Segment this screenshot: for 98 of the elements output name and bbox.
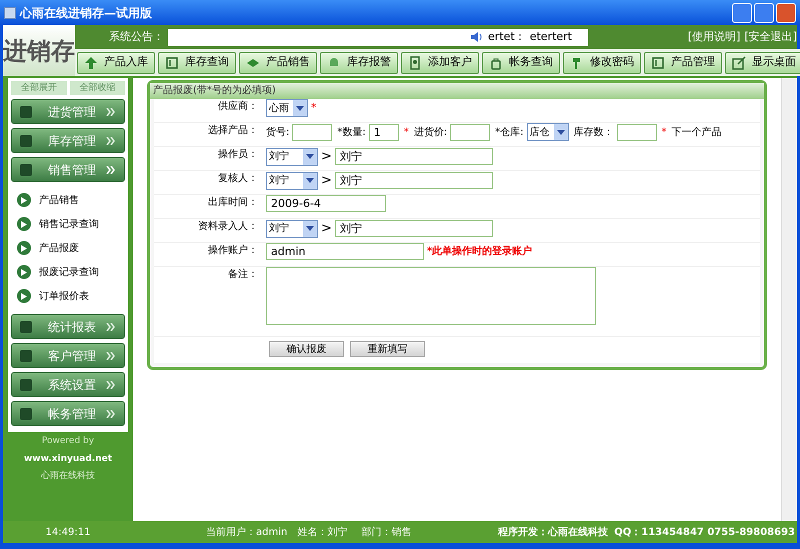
required-mark: *	[311, 100, 316, 116]
status-user: 当前用户：admin	[206, 526, 288, 540]
status-department: 部门：销售	[361, 526, 412, 540]
sidebar-item[interactable]: 报废记录查询	[11, 260, 125, 284]
field-label: 进货价:	[414, 126, 448, 140]
chevron-icon	[106, 380, 116, 388]
input-field[interactable]: admin	[266, 243, 424, 260]
chevron-icon	[106, 322, 116, 330]
separator-mark: >	[321, 148, 332, 166]
sidebar-item[interactable]: 产品销售	[11, 188, 125, 212]
dropdown[interactable]: 刘宁	[266, 220, 318, 238]
window-icon	[732, 56, 746, 70]
field-label: 出库时间：	[207, 196, 259, 210]
dropdown[interactable]: 心雨	[266, 99, 308, 117]
chevron-icon	[106, 410, 116, 418]
input-field[interactable]	[616, 124, 656, 140]
next-product-link[interactable]: 下一个产品	[672, 124, 722, 140]
notice-message: etertert	[530, 28, 572, 45]
play-icon	[17, 217, 31, 231]
group-icon	[20, 164, 32, 176]
group-icon	[20, 134, 32, 146]
chevron-icon	[106, 352, 116, 360]
sidebar-item[interactable]: 订单报价表	[11, 284, 125, 308]
arrow-icon	[84, 56, 98, 70]
play-icon	[17, 193, 31, 207]
toolbar-button[interactable]: 产品销售	[239, 52, 317, 74]
form-title: 产品报废(带*号的为必填项)	[150, 83, 764, 99]
dropdown[interactable]: 刘宁	[266, 148, 318, 166]
book-icon	[165, 56, 179, 70]
toolbar-button[interactable]: 库存报警	[320, 52, 398, 74]
close-button[interactable]	[776, 2, 796, 22]
toolbar-button[interactable]: 库存查询	[158, 52, 236, 74]
logo: 进销存	[3, 36, 75, 64]
input-field[interactable]	[292, 124, 332, 140]
maximize-button[interactable]	[754, 2, 774, 22]
field-label: 资料录入人：	[197, 220, 259, 234]
account-note: *此单操作时的登录账户	[427, 244, 532, 259]
field-label: 供应商：	[217, 100, 259, 114]
field-label: *仓库:	[495, 126, 524, 140]
field-label: 选择产品：	[207, 124, 259, 138]
field-label: 库存数：	[574, 126, 614, 140]
input-field[interactable]: 刘宁	[334, 220, 493, 238]
separator-mark: >	[321, 220, 332, 238]
form-button[interactable]: 确认报废	[269, 341, 344, 357]
dropdown[interactable]: 店仓	[526, 123, 568, 141]
chevron-icon	[106, 108, 116, 116]
toolbar-button[interactable]: 产品入库	[77, 52, 155, 74]
form-button[interactable]: 重新填写	[350, 341, 425, 357]
toolbar-button[interactable]: 显示桌面	[725, 52, 800, 74]
input-field[interactable]	[450, 124, 490, 140]
input-field[interactable]: 2009-6-4	[266, 195, 386, 212]
website-link[interactable]: www.xinyuad.net	[24, 452, 112, 466]
toolbar-button[interactable]: 帐务查询	[482, 52, 560, 74]
status-name: 姓名：刘宁	[297, 526, 348, 540]
book-icon	[651, 56, 665, 70]
group-icon	[20, 378, 32, 390]
group-icon	[20, 106, 32, 118]
developer-credit: 程序开发：心雨在线科技	[498, 525, 608, 540]
group-icon	[20, 350, 32, 362]
header-link[interactable]: [安全退出]	[744, 28, 797, 46]
company-name: 心雨在线科技	[41, 470, 95, 483]
toolbar-button[interactable]: 产品管理	[644, 52, 722, 74]
group-icon	[20, 320, 32, 332]
powered-by-text: Powered by	[42, 435, 94, 448]
field-label: *数量:	[337, 126, 366, 140]
notice-author: ertet：	[488, 28, 526, 45]
notes-field[interactable]	[266, 267, 596, 325]
header-link[interactable]: [使用说明]	[688, 28, 740, 46]
chevron-icon	[106, 166, 116, 174]
bag-icon	[489, 56, 503, 70]
chevron-icon	[106, 136, 116, 144]
field-label: 备注：	[227, 268, 259, 282]
notice-label: 系统公告：	[109, 28, 164, 45]
speaker-icon	[470, 31, 484, 43]
dropdown[interactable]: 刘宁	[266, 172, 318, 190]
required-mark: *	[662, 126, 666, 140]
play-icon	[17, 289, 31, 303]
clock-time: 14:49:11	[44, 526, 92, 540]
play-icon	[17, 241, 31, 255]
window-title: 心雨在线进销存—试用版	[20, 4, 152, 22]
app-icon	[4, 6, 16, 18]
required-mark: *	[404, 126, 409, 140]
separator-mark: >	[321, 172, 332, 190]
minimize-button[interactable]	[732, 2, 752, 22]
sidebar-item[interactable]: 销售记录查询	[11, 212, 125, 236]
group-icon	[20, 408, 32, 420]
contact-info: QQ：113454847 0755-89808693	[614, 526, 796, 540]
input-field[interactable]: 刘宁	[334, 172, 493, 190]
field-label: 复核人：	[217, 172, 259, 186]
play-icon	[17, 265, 31, 279]
input-field[interactable]: 1	[368, 124, 399, 140]
field-label: 操作员：	[217, 148, 259, 162]
sidebar-item[interactable]: 产品报废	[11, 236, 125, 260]
input-field[interactable]: 刘宁	[334, 148, 493, 166]
field-label: 操作账户：	[207, 244, 259, 258]
toolbar-button[interactable]: 添加客户	[401, 52, 479, 74]
field-label: 货号:	[266, 126, 290, 140]
toolbar-button[interactable]: 修改密码	[563, 52, 641, 74]
